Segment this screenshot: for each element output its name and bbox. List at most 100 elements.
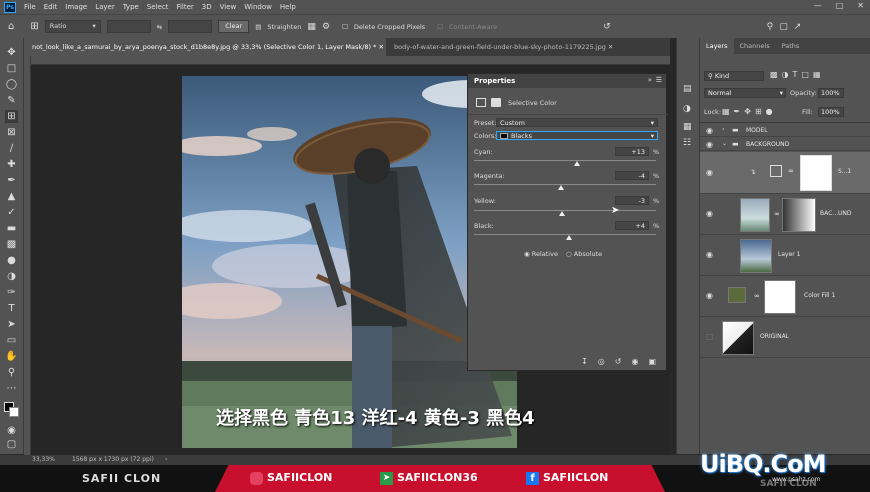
rectangle-tool-icon[interactable]: ▭ bbox=[5, 334, 18, 347]
menu-select[interactable]: Select bbox=[143, 3, 173, 11]
layer-row[interactable]: ◉ ∞ Color Fill 1 bbox=[700, 277, 870, 317]
black-value[interactable]: +4 bbox=[615, 221, 649, 230]
path-select-tool-icon[interactable]: ➤ bbox=[5, 318, 18, 331]
yellow-value[interactable]: -3 bbox=[615, 196, 649, 205]
search-icon[interactable]: ⚲ bbox=[767, 22, 774, 32]
reset-icon[interactable]: ↺ bbox=[603, 22, 611, 32]
crop-tool-icon[interactable]: ⊞ bbox=[5, 110, 18, 123]
tab-field-doc[interactable]: body-of-water-and-green-field-under-blue… bbox=[386, 38, 621, 56]
opacity-field[interactable]: 100% bbox=[818, 88, 844, 98]
tiktok-handle[interactable]: ➤ SAFIICLON36 bbox=[380, 471, 478, 485]
dodge-tool-icon[interactable]: ◑ bbox=[5, 270, 18, 283]
layer-row[interactable]: □ ORIGINAL bbox=[700, 318, 870, 358]
layer-filter-select[interactable]: ⚲ Kind bbox=[704, 71, 764, 81]
adjustments-icon[interactable]: ◑ bbox=[683, 104, 691, 114]
layer-row[interactable]: ◉ ∞ BAC...UND bbox=[700, 195, 870, 235]
gear-icon[interactable]: ⚙ bbox=[322, 22, 330, 32]
straighten-label[interactable]: Straighten bbox=[267, 23, 301, 31]
layer-name[interactable]: BACKGROUND bbox=[746, 141, 789, 148]
layer-name[interactable]: ORIGINAL bbox=[760, 333, 789, 340]
clone-stamp-tool-icon[interactable]: ▲ bbox=[5, 190, 18, 203]
collapse-icon[interactable]: » bbox=[648, 76, 652, 84]
menu-filter[interactable]: Filter bbox=[172, 3, 197, 11]
eraser-tool-icon[interactable]: ▬ bbox=[5, 222, 18, 235]
layer-mask-thumbnail[interactable] bbox=[782, 198, 816, 232]
content-aware-checkbox[interactable]: ☐ bbox=[437, 23, 443, 31]
layer-name[interactable]: MODEL bbox=[746, 127, 768, 134]
menu-file[interactable]: File bbox=[20, 3, 40, 11]
hand-tool-icon[interactable]: ✋ bbox=[5, 350, 18, 363]
background-color-swatch[interactable] bbox=[9, 407, 19, 417]
brush-tool-icon[interactable]: ✒ bbox=[5, 174, 18, 187]
history-brush-tool-icon[interactable]: ✓ bbox=[5, 206, 18, 219]
menu-image[interactable]: Image bbox=[61, 3, 91, 11]
quick-select-tool-icon[interactable]: ✎ bbox=[5, 94, 18, 107]
layer-mask-thumbnail[interactable] bbox=[800, 155, 832, 191]
move-tool-icon[interactable]: ✥ bbox=[5, 46, 18, 59]
preset-select[interactable]: Custom ▾ bbox=[496, 118, 658, 127]
marquee-tool-icon[interactable]: □ bbox=[5, 62, 18, 75]
quick-mask-icon[interactable]: ◉ bbox=[5, 424, 18, 437]
width-field[interactable] bbox=[106, 20, 151, 33]
type-tool-icon[interactable]: T bbox=[5, 302, 18, 315]
menu-view[interactable]: View bbox=[216, 3, 241, 11]
layer-row-selected[interactable]: ◉ ↴ ∞ S...1 bbox=[700, 152, 870, 194]
close-icon[interactable]: ✕ bbox=[857, 1, 864, 10]
blend-mode-select[interactable]: Normal ▾ bbox=[704, 88, 786, 98]
eye-icon[interactable]: ◉ bbox=[706, 250, 713, 259]
layer-name[interactable]: S...1 bbox=[838, 168, 851, 175]
view-previous-icon[interactable]: ◎ bbox=[598, 357, 605, 366]
eye-icon[interactable]: ◉ bbox=[706, 168, 713, 177]
ratio-select[interactable]: Ratio ▾ bbox=[44, 20, 101, 33]
absolute-radio[interactable]: ○ Absolute bbox=[566, 250, 602, 258]
height-field[interactable] bbox=[168, 20, 213, 33]
magenta-slider[interactable] bbox=[474, 184, 656, 185]
pen-tool-icon[interactable]: ✑ bbox=[5, 286, 18, 299]
tab-samurai-doc[interactable]: not_look_like_a_samurai_by_arya_poenya_s… bbox=[24, 38, 386, 56]
lasso-tool-icon[interactable]: ◯ bbox=[5, 78, 18, 91]
visibility-icon[interactable]: ◉ bbox=[631, 357, 638, 366]
eye-icon[interactable]: ◉ bbox=[706, 291, 713, 300]
chevron-right-icon[interactable]: › bbox=[722, 126, 724, 133]
layer-name[interactable]: Layer 1 bbox=[778, 251, 800, 258]
menu-layer[interactable]: Layer bbox=[91, 3, 119, 11]
trash-icon[interactable]: ▣ bbox=[648, 357, 656, 366]
layer-row[interactable]: ◉ Layer 1 bbox=[700, 236, 870, 276]
panel-menu-icon[interactable]: ☰ bbox=[656, 76, 662, 84]
minimize-icon[interactable]: — bbox=[814, 1, 822, 10]
properties-title[interactable]: Properties bbox=[468, 74, 666, 88]
tab-channels[interactable]: Channels bbox=[734, 38, 776, 54]
eye-icon[interactable]: ◉ bbox=[706, 126, 713, 135]
eye-icon[interactable]: ◉ bbox=[706, 209, 713, 218]
swap-icon[interactable]: ⇆ bbox=[157, 23, 162, 31]
black-slider-thumb[interactable] bbox=[565, 235, 572, 240]
tab-paths[interactable]: Paths bbox=[776, 38, 806, 54]
more-tools-icon[interactable]: ⋯ bbox=[5, 382, 18, 395]
swatches-icon[interactable]: ▦ bbox=[683, 122, 692, 132]
zoom-tool-icon[interactable]: ⚲ bbox=[5, 366, 18, 379]
layer-name[interactable]: Color Fill 1 bbox=[804, 292, 835, 299]
menu-window[interactable]: Window bbox=[240, 3, 276, 11]
close-icon[interactable]: ✕ bbox=[608, 43, 613, 51]
home-icon[interactable]: ⌂ bbox=[8, 21, 14, 32]
lock-icons[interactable]: ▦✒✥⊞● bbox=[722, 107, 777, 116]
delete-cropped-checkbox[interactable]: ☐ bbox=[342, 23, 348, 31]
healing-brush-tool-icon[interactable]: ✚ bbox=[5, 158, 18, 171]
yellow-slider-thumb[interactable] bbox=[559, 211, 566, 216]
menu-type[interactable]: Type bbox=[119, 3, 143, 11]
instagram-handle[interactable]: SAFIICLON bbox=[250, 471, 332, 485]
gradient-tool-icon[interactable]: ▩ bbox=[5, 238, 18, 251]
maximize-icon[interactable]: □ bbox=[836, 1, 844, 10]
history-icon[interactable]: ▤ bbox=[683, 84, 692, 94]
eye-icon[interactable]: ◉ bbox=[706, 140, 713, 149]
colors-select[interactable]: Blacks ▾ bbox=[496, 131, 658, 140]
layer-name[interactable]: BAC...UND bbox=[820, 210, 852, 217]
frame-tool-icon[interactable]: ⊠ bbox=[5, 126, 18, 139]
cyan-slider-thumb[interactable] bbox=[573, 161, 580, 166]
chevron-right-icon[interactable]: › bbox=[165, 455, 167, 465]
magenta-slider-thumb[interactable] bbox=[558, 185, 565, 190]
straighten-icon[interactable]: ▤ bbox=[255, 23, 261, 31]
layer-mask-thumbnail[interactable] bbox=[764, 280, 796, 314]
chevron-down-icon[interactable]: ⌄ bbox=[722, 140, 727, 147]
eye-hidden-icon[interactable]: □ bbox=[706, 332, 714, 341]
